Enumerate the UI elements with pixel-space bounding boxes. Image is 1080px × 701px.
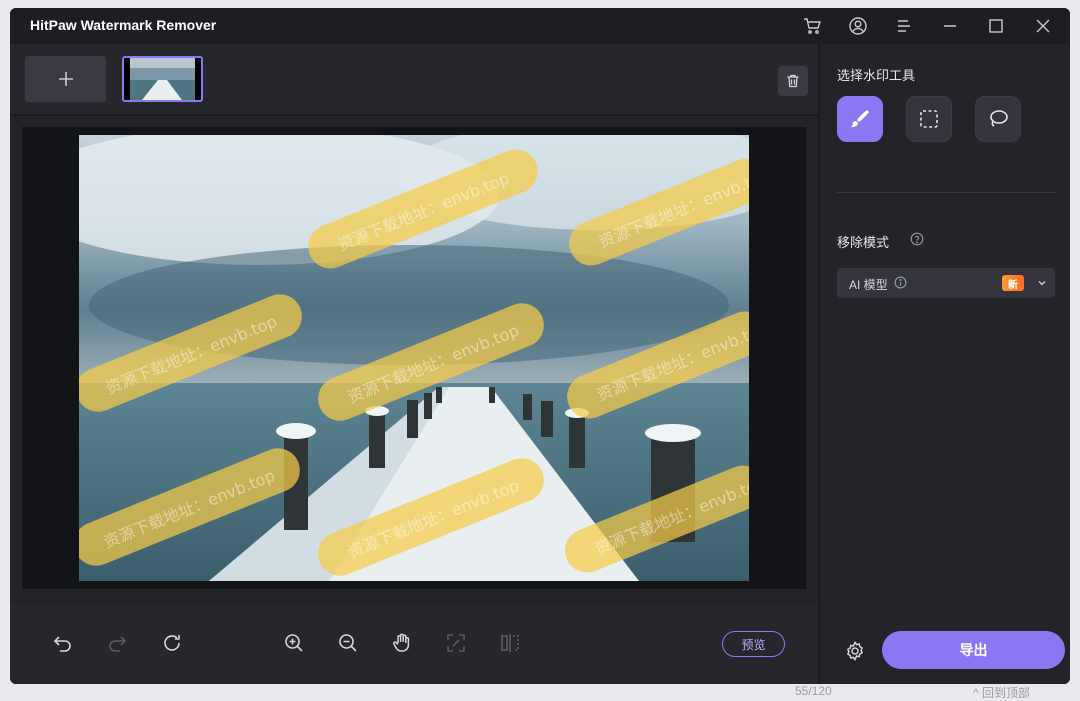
zoom-out-icon[interactable] [333,628,363,658]
preview-button[interactable]: 预览 [722,631,785,657]
chevron-down-icon [1038,281,1046,286]
thumbnail-strip [10,44,818,114]
maximize-icon[interactable] [984,14,1008,38]
undo-icon[interactable] [48,628,78,658]
redo-icon[interactable] [102,628,132,658]
app-title: HitPaw Watermark Remover [30,17,217,33]
help-icon[interactable] [910,232,924,246]
delete-button[interactable] [778,66,808,96]
back-to-top-link[interactable]: ^ 回到顶部 [973,684,1030,701]
brush-icon [851,110,869,128]
rect-select-icon [920,110,938,128]
fit-screen-icon[interactable] [441,628,471,658]
trash-icon [787,74,799,88]
compare-icon[interactable] [495,628,525,658]
edit-image[interactable]: 资源下载地址：envb.top 资源下载地址：envb.top 资源下载地址：e… [79,135,749,581]
hand-icon[interactable] [387,628,417,658]
minimize-icon[interactable] [938,14,962,38]
app-window: HitPaw Watermark Remover 资源下载地址：envb.top… [10,8,1070,684]
reset-icon[interactable] [157,628,187,658]
export-button[interactable]: 导出 [882,631,1065,669]
lasso-tool[interactable] [975,96,1021,142]
close-icon[interactable] [1031,14,1055,38]
menu-icon[interactable] [892,14,916,38]
tool-section-title: 选择水印工具 [837,68,916,83]
canvas-area: 资源下载地址：envb.top 资源下载地址：envb.top 资源下载地址：e… [10,116,818,604]
brush-tool[interactable] [837,96,883,142]
rectangle-select-tool[interactable] [906,96,952,142]
image-thumbnail[interactable] [122,56,203,102]
divider [837,192,1055,193]
removal-mode-title: 移除模式 [837,235,890,250]
settings-button[interactable] [842,638,868,664]
new-badge: 新 [1002,275,1024,291]
page-counter: 55/120 [795,684,832,698]
plus-icon [58,72,73,86]
cart-icon[interactable] [800,14,824,38]
bottom-toolbar: 预览 [10,604,818,684]
gear-icon [846,641,864,661]
canvas: 资源下载地址：envb.top 资源下载地址：envb.top 资源下载地址：e… [22,127,806,589]
zoom-in-icon[interactable] [279,628,309,658]
info-icon [894,276,907,289]
right-panel: 选择水印工具 移除模式 AI 模型 新 导出 [820,44,1070,684]
title-bar: HitPaw Watermark Remover [10,8,1070,44]
lasso-icon [990,110,1008,127]
add-file-button[interactable] [25,56,106,102]
removal-mode-select[interactable]: AI 模型 新 [837,268,1055,298]
account-icon[interactable] [846,14,870,38]
removal-mode-value: AI 模型 [849,278,888,292]
